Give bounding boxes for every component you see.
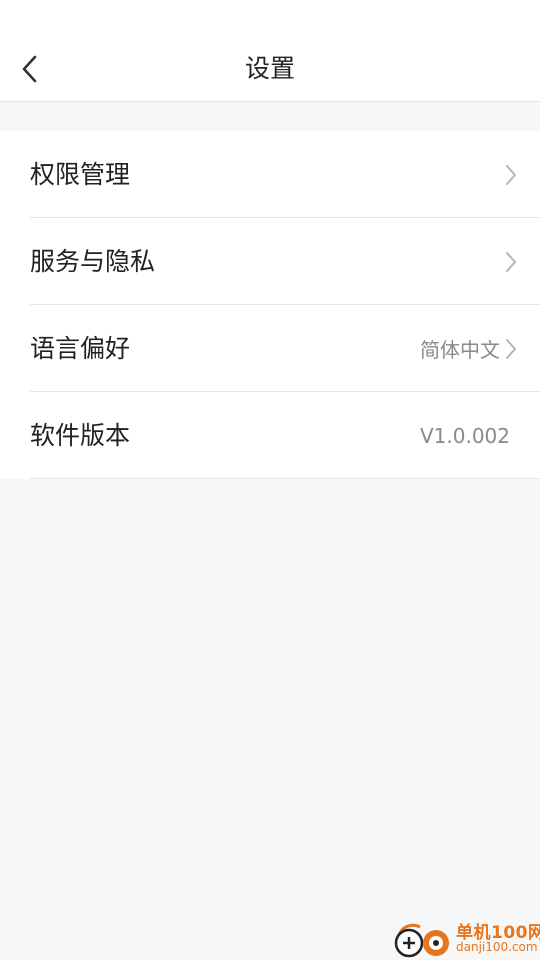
settings-item-label: 语言偏好 (30, 334, 131, 363)
settings-screen: 设置 权限管理 服务与隐私 语言偏好 简体中文 软件版本 V1.0.002 单机… (0, 0, 540, 960)
settings-item-service-privacy[interactable]: 服务与隐私 (0, 218, 540, 305)
back-button[interactable] (10, 48, 50, 90)
site-watermark: 单机100网 danji100.com (388, 916, 540, 960)
settings-item-permissions[interactable]: 权限管理 (0, 131, 540, 218)
status-bar (0, 0, 540, 36)
chevron-right-icon (506, 164, 516, 185)
chevron-right-icon (506, 251, 516, 272)
watermark-url: danji100.com (456, 940, 538, 954)
language-value: 简体中文 (420, 338, 500, 362)
chevron-right-icon (506, 338, 516, 359)
settings-item-trailing: 简体中文 (420, 305, 518, 392)
settings-item-label: 软件版本 (30, 421, 131, 450)
chevron-left-icon (22, 55, 37, 83)
settings-item-trailing (504, 218, 518, 305)
divider (30, 478, 540, 479)
settings-item-label: 服务与隐私 (30, 247, 156, 276)
settings-item-trailing: V1.0.002 (420, 392, 518, 479)
settings-list: 权限管理 服务与隐私 语言偏好 简体中文 软件版本 V1.0.002 (0, 131, 540, 479)
watermark-logo-icon (394, 923, 449, 958)
header-bar: 设置 (0, 36, 540, 102)
version-value: V1.0.002 (419, 423, 510, 448)
settings-item-label: 权限管理 (30, 160, 131, 189)
settings-item-trailing (504, 131, 518, 218)
settings-item-language[interactable]: 语言偏好 简体中文 (0, 305, 540, 392)
page-title: 设置 (244, 54, 295, 83)
settings-item-version: 软件版本 V1.0.002 (0, 392, 540, 479)
